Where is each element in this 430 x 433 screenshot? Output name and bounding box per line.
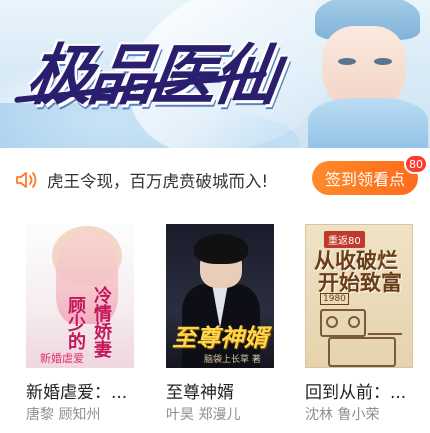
book-author: 唐黎 顾知州 <box>26 407 101 423</box>
banner-character <box>280 0 430 148</box>
book-title[interactable]: 新婚虐爱：... <box>26 378 127 403</box>
cover-text: 至尊神婿 <box>172 324 268 352</box>
sign-badge: 80 <box>404 154 428 174</box>
book-title[interactable]: 至尊神婿 <box>166 378 234 403</box>
notice-text[interactable]: 虎王令现，百万虎贲破城而入! <box>47 168 268 192</box>
cover-year: 1980 <box>320 293 349 305</box>
cover-text: 顾少的 <box>65 296 86 350</box>
sign-in-button[interactable]: 签到领看点 <box>312 161 418 195</box>
cover-text: 冷情娇妻 <box>91 286 112 358</box>
speaker-icon <box>16 172 37 188</box>
banner[interactable]: 极品医仙 <box>0 0 430 148</box>
book-author: 叶昊 郑漫儿 <box>166 407 241 423</box>
book-title[interactable]: 回到从前：... <box>305 378 406 403</box>
cover-author: 脑袋上长草 著 <box>204 355 261 365</box>
book-cover[interactable]: 至尊神婿 脑袋上长草 著 <box>166 224 274 368</box>
cover-text: 新婚虐爱 <box>40 352 84 365</box>
radio-illustration <box>320 309 366 337</box>
tv-illustration <box>328 337 396 367</box>
banner-title: 极品医仙 <box>21 22 282 118</box>
book-author: 沈林 鲁小荣 <box>305 407 380 423</box>
book-cover[interactable]: 重返80 从收破烂 开始致富 1980 <box>305 224 413 368</box>
bicycle-illustration <box>368 315 402 335</box>
book-cover[interactable]: 冷情娇妻 顾少的 新婚虐爱 <box>26 224 134 368</box>
